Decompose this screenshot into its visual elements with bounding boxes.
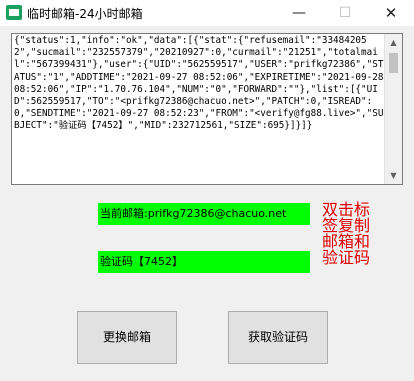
vertical-scrollbar[interactable]: ▲ ▼ xyxy=(384,34,402,184)
get-code-button[interactable]: 获取验证码 xyxy=(228,311,328,364)
scroll-thumb[interactable] xyxy=(389,53,398,73)
minimize-button[interactable]: — xyxy=(276,0,322,26)
current-email-label[interactable]: 当前邮箱:prifkg72386@chacuo.net xyxy=(98,203,310,225)
app-window: 临时邮箱-24小时邮箱 — ☐ ✕ {"status":1,"info":"ok… xyxy=(0,0,414,381)
change-email-button[interactable]: 更换邮箱 xyxy=(77,311,177,364)
copy-hint-text: 双击标签复制邮箱和验证码 xyxy=(322,200,371,267)
close-button[interactable]: ✕ xyxy=(368,0,414,26)
response-textbox[interactable]: {"status":1,"info":"ok","data":[{"stat":… xyxy=(11,33,403,185)
scroll-down-icon[interactable]: ▼ xyxy=(385,167,402,184)
app-icon xyxy=(6,5,22,20)
title-bar: 临时邮箱-24小时邮箱 — ☐ ✕ xyxy=(0,0,414,26)
maximize-button[interactable]: ☐ xyxy=(322,0,368,26)
scroll-up-icon[interactable]: ▲ xyxy=(385,34,402,51)
window-title: 临时邮箱-24小时邮箱 xyxy=(27,7,143,21)
verification-code-label[interactable]: 验证码【7452】 xyxy=(98,251,310,273)
response-text: {"status":1,"info":"ok","data":[{"stat":… xyxy=(14,35,384,132)
